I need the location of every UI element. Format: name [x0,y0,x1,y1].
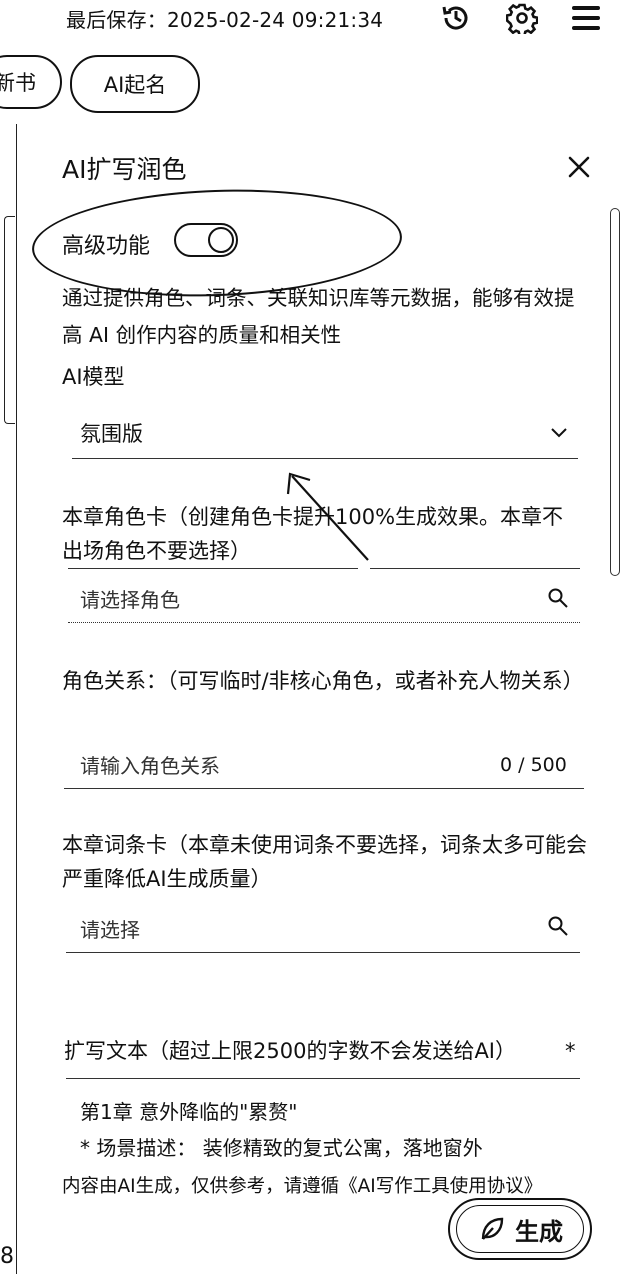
expand-text-line-1[interactable]: 第1章 意外降临的"累赘" [80,1096,297,1125]
leaf-icon [481,1217,504,1240]
expand-text-line-2[interactable]: * 场景描述： 装修精致的复式公寓，落地窗外 [80,1132,483,1161]
character-card-label: 本章角色卡（创建角色卡提升100%生成效果。本章不出场角色不要选择） [62,505,564,563]
advanced-description: 通过提供角色、词条、关联知识库等元数据，能够有效提高 AI 创作内容的质量和相关… [62,286,575,347]
advanced-feature-toggle[interactable] [174,223,238,257]
generate-button-inner: 生成 [456,1205,584,1253]
entry-underline [66,952,580,953]
expand-text-topline [66,1078,580,1079]
tab-new-book-label: 新书 [0,71,36,95]
relations-underline [64,788,584,789]
chevron-down-icon[interactable] [548,422,570,444]
required-mark: * [565,1039,576,1063]
character-select-input[interactable]: 请选择角色 [80,584,180,613]
history-icon[interactable] [438,0,474,36]
left-edge-text: 8 [0,1244,14,1269]
last-saved-status: 最后保存：2025-02-24 09:21:34 [66,8,384,32]
ai-disclaimer: 内容由AI生成，仅供参考，请遵循《AI写作工具使用协议》 [62,1176,543,1197]
relations-char-counter: 0 / 500 [500,754,567,776]
model-underline [72,458,578,459]
character-underline [68,622,580,623]
generate-button[interactable]: 生成 [448,1198,592,1260]
close-icon[interactable] [562,150,596,184]
panel-title: AI扩写润色 [62,155,187,184]
character-topline-b [370,568,580,569]
ai-model-select[interactable]: 氛围版 [80,418,143,448]
entry-card-label: 本章词条卡（本章未使用词条不要选择，词条太多可能会严重降低AI生成质量） [62,833,587,891]
generate-label: 生成 [515,1217,563,1246]
tab-ai-naming[interactable]: AI起名 [70,55,200,113]
menu-icon[interactable] [568,0,604,36]
editor-edge-bracket [4,216,15,424]
search-icon[interactable] [546,586,570,610]
relations-input[interactable]: 请输入角色关系 [80,750,220,779]
tab-ai-naming-label: AI起名 [103,73,167,97]
advanced-feature-label: 高级功能 [62,234,151,259]
toggle-knob [208,227,234,253]
character-topline-a [68,568,358,569]
ai-model-label: AI模型 [62,365,125,389]
tab-new-book[interactable]: 新书 [0,55,62,109]
entry-select-input[interactable]: 请选择 [80,914,140,943]
gear-icon[interactable] [504,0,540,36]
top-bar: 最后保存：2025-02-24 09:21:34 [0,0,628,40]
search-icon[interactable] [546,914,570,938]
panel-scrollbar[interactable] [610,208,620,576]
expand-text-label: 扩写文本（超过上限2500的字数不会发送给AI） [64,1039,517,1063]
relations-label: 角色关系：（可写临时/非核心角色，或者补充人物关系） [62,669,584,693]
